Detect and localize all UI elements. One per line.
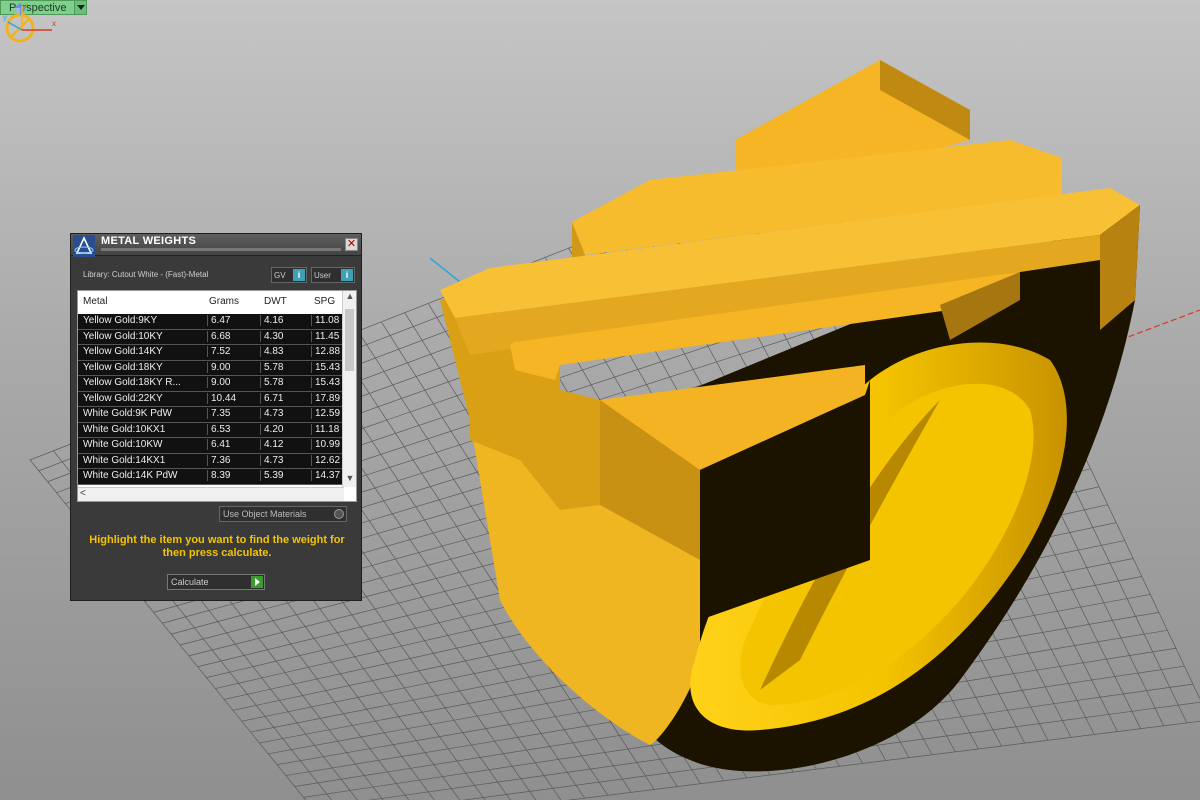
cell-grams: 6.53 <box>207 423 257 435</box>
scroll-thumb[interactable] <box>345 309 354 371</box>
use-object-materials-button[interactable]: Use Object Materials <box>219 506 347 522</box>
cell-metal: Yellow Gold:22KY <box>83 392 163 404</box>
chevron-down-icon <box>76 5 85 10</box>
user-button[interactable]: User i <box>311 267 355 283</box>
table-row[interactable]: Yellow Gold:18KY R... 9.00 5.78 15.43 <box>78 376 344 392</box>
cell-grams: 9.00 <box>207 361 257 373</box>
cell-metal: White Gold:10KX1 <box>83 423 166 435</box>
gv-label: GV <box>274 270 286 280</box>
cell-dwt: 4.73 <box>260 408 310 419</box>
table-row[interactable]: White Gold:14KX1 7.36 4.73 12.62 <box>78 453 344 469</box>
metal-weights-panel[interactable]: METAL WEIGHTS ✕ Library: Cutout White - … <box>70 233 362 601</box>
cell-grams: 6.47 <box>207 315 257 326</box>
metal-table[interactable]: Metal Grams DWT SPG Yellow Gold:9KY 6.47 4… <box>77 290 357 502</box>
table-row[interactable]: Yellow Gold:22KY 10.44 6.71 17.89 <box>78 391 344 407</box>
table-row[interactable]: White Gold:9K PdW 7.35 4.73 12.59 <box>78 407 344 423</box>
ring-model[interactable] <box>440 60 1140 772</box>
cell-metal: Yellow Gold:9KY <box>83 315 158 326</box>
cell-dwt: 5.39 <box>260 470 310 481</box>
cell-metal: Yellow Gold:14KY <box>83 346 163 357</box>
cell-metal: White Gold:9K PdW <box>83 408 172 419</box>
info-icon[interactable]: i <box>293 269 305 281</box>
table-row[interactable]: Yellow Gold:9KY 6.47 4.16 11.08 <box>78 314 344 330</box>
gv-button[interactable]: GV i <box>271 267 307 283</box>
cell-metal: Yellow Gold:18KY R... <box>83 377 181 388</box>
panel-header[interactable]: METAL WEIGHTS ✕ <box>71 234 361 257</box>
hint-text: Highlight the item you want to find the … <box>89 534 345 559</box>
library-label: Library: Cutout White - (Fast)-Metal <box>83 270 209 279</box>
cell-dwt: 4.12 <box>260 439 310 450</box>
scroll-up-icon[interactable]: ▲ <box>343 291 356 305</box>
triad-z-label: z <box>24 1 28 10</box>
scroll-left-icon[interactable]: < <box>80 488 86 499</box>
cell-grams: 9.00 <box>207 377 257 388</box>
play-icon <box>251 576 263 588</box>
close-button[interactable]: ✕ <box>345 238 358 251</box>
cell-grams: 7.35 <box>207 408 257 419</box>
col-dwt[interactable]: DWT <box>264 296 287 307</box>
cell-grams: 7.52 <box>207 346 257 357</box>
cell-metal: White Gold:14K PdW <box>83 470 178 481</box>
cell-dwt: 6.71 <box>260 392 310 404</box>
cell-dwt: 4.73 <box>260 454 310 466</box>
cell-metal: Yellow Gold:18KY <box>83 361 163 373</box>
app-logo-icon <box>73 235 95 257</box>
cell-grams: 6.41 <box>207 439 257 450</box>
cell-dwt: 4.83 <box>260 346 310 357</box>
cell-grams: 6.68 <box>207 330 257 342</box>
horizontal-scrollbar[interactable]: < <box>78 487 344 501</box>
cell-grams: 8.39 <box>207 470 257 481</box>
calculate-button[interactable]: Calculate <box>167 574 265 590</box>
cell-dwt: 4.20 <box>260 423 310 435</box>
cell-metal: White Gold:10KW <box>83 439 163 450</box>
table-row[interactable]: White Gold:10KX1 6.53 4.20 11.18 <box>78 422 344 438</box>
panel-title: METAL WEIGHTS <box>101 235 197 247</box>
calculate-label: Calculate <box>171 577 209 587</box>
cell-dwt: 4.16 <box>260 315 310 326</box>
col-spg[interactable]: SPG <box>314 296 335 307</box>
table-row[interactable]: White Gold:10KW 6.41 4.12 10.99 <box>78 438 344 454</box>
table-body: Yellow Gold:9KY 6.47 4.16 11.08 Yellow Gold:… <box>78 314 344 485</box>
table-row[interactable]: Yellow Gold:18KY 9.00 5.78 15.43 <box>78 360 344 376</box>
table-header: Metal Grams DWT SPG <box>78 291 344 313</box>
cell-dwt: 4.30 <box>260 330 310 342</box>
use-object-materials-label: Use Object Materials <box>223 509 307 519</box>
vertical-scrollbar[interactable]: ▲ ▼ <box>342 291 356 487</box>
table-row[interactable]: Yellow Gold:14KY 7.52 4.83 12.88 <box>78 345 344 361</box>
table-row[interactable]: White Gold:14K PdW 8.39 5.39 14.37 <box>78 469 344 485</box>
triad-y-label: y <box>3 13 7 22</box>
cell-dwt: 5.78 <box>260 377 310 388</box>
viewport-dropdown-button[interactable] <box>75 0 88 15</box>
cell-grams: 10.44 <box>207 392 257 404</box>
cell-metal: White Gold:14KX1 <box>83 454 166 466</box>
user-label: User <box>314 270 331 280</box>
table-row[interactable]: Yellow Gold:10KY 6.68 4.30 11.45 <box>78 329 344 345</box>
axis-triad: z y x <box>3 1 56 31</box>
cell-grams: 7.36 <box>207 454 257 466</box>
col-metal[interactable]: Metal <box>83 296 107 307</box>
radio-icon <box>334 509 344 519</box>
title-underline <box>101 248 341 251</box>
scroll-down-icon[interactable]: ▼ <box>343 473 356 487</box>
cell-metal: Yellow Gold:10KY <box>83 330 163 342</box>
cell-dwt: 5.78 <box>260 361 310 373</box>
col-grams[interactable]: Grams <box>209 296 239 307</box>
triad-x-label: x <box>52 19 56 28</box>
info-icon[interactable]: i <box>341 269 353 281</box>
